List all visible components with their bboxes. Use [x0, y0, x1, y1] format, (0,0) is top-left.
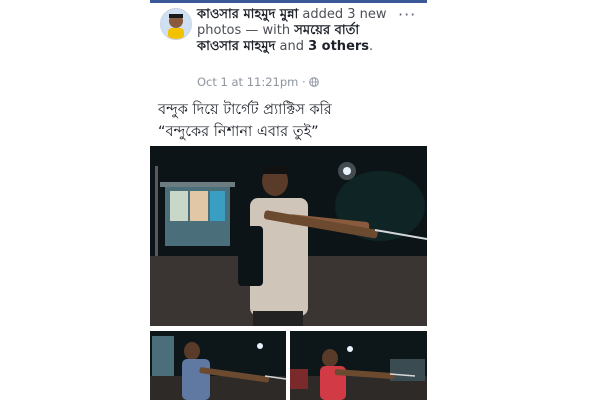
more-options-icon[interactable]: ··· [398, 5, 416, 24]
main-photo[interactable] [150, 146, 427, 326]
tagged-others-link[interactable]: 3 others [308, 39, 369, 54]
post-header: কাওসার মাহমুদ মুন্না added 3 new photos … [197, 7, 392, 55]
bottom-left-photo-image [150, 331, 286, 400]
meta-separator: · [302, 75, 306, 89]
header-period: . [369, 39, 374, 54]
post-timestamp[interactable]: Oct 1 at 11:21pm [197, 75, 298, 89]
facebook-post: কাওসার মাহমুদ মুন্না added 3 new photos … [150, 3, 427, 400]
globe-icon [309, 77, 320, 87]
caption-line-2: “বন্দুকের নিশানা এবার তুই” [158, 124, 319, 140]
bottom-right-photo-image [290, 331, 427, 400]
bottom-right-photo[interactable] [290, 331, 427, 400]
avatar[interactable] [160, 8, 192, 40]
avatar-image [161, 9, 191, 39]
post-caption: বন্দুক দিয়ে টার্গেট প্র্যাক্টিস করি “বন… [158, 99, 423, 143]
post-meta: Oct 1 at 11:21pm · [197, 75, 320, 89]
author-name[interactable]: কাওসার মাহমুদ মুন্না [197, 7, 298, 22]
caption-line-1: বন্দুক দিয়ে টার্গেট প্র্যাক্টিস করি [158, 102, 332, 118]
main-photo-image [150, 146, 427, 326]
and-word: and [279, 39, 304, 54]
bottom-left-photo[interactable] [150, 331, 286, 400]
